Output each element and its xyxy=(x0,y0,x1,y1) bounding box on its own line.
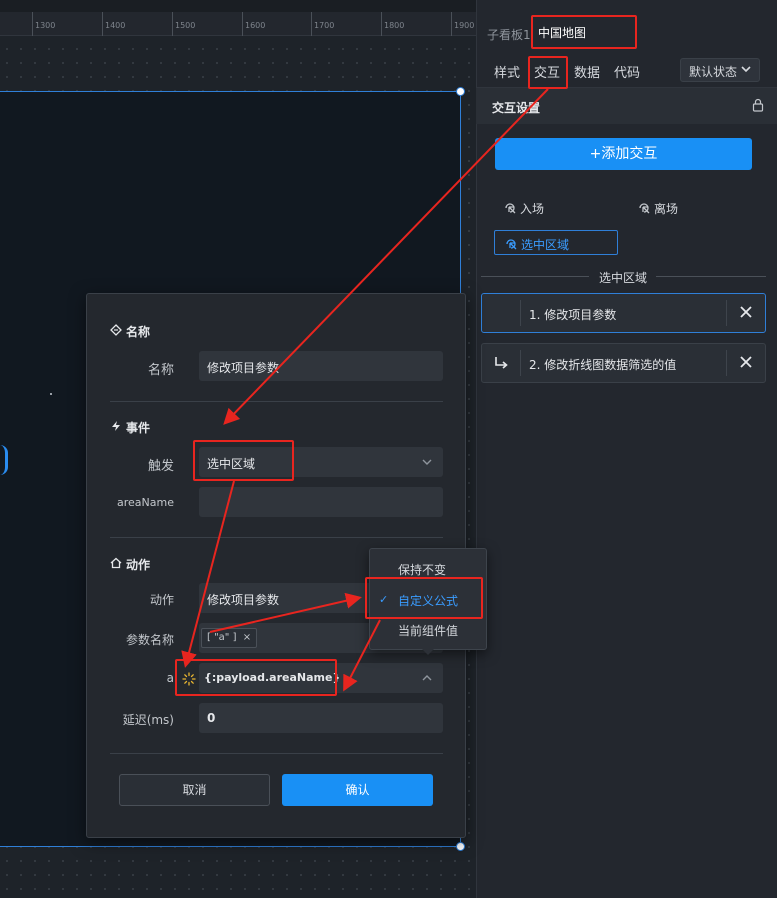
annotation-box xyxy=(531,15,637,49)
annotation-box xyxy=(528,56,568,89)
param-tag-label: [ "a" ] xyxy=(207,632,237,643)
param-tag[interactable]: [ "a" ] × xyxy=(201,628,258,648)
home-action-icon xyxy=(110,557,122,569)
map-shape-fragment xyxy=(0,445,8,475)
confirm-button[interactable]: 确认 xyxy=(282,774,433,806)
section-title: 交互设置 xyxy=(492,101,541,115)
areaname-input[interactable] xyxy=(199,487,443,517)
delay-input[interactable]: 0 xyxy=(199,703,443,733)
tab-data[interactable]: 数据 xyxy=(574,62,600,81)
section-divider xyxy=(110,401,443,402)
lock-icon[interactable] xyxy=(751,98,765,112)
cursor-click-icon xyxy=(639,203,650,214)
trigger-label: 触发 xyxy=(147,459,174,474)
action-row[interactable]: 1. 修改项目参数 xyxy=(481,293,766,333)
ruler-tick: 1700 xyxy=(311,12,334,36)
param-name-label: 参数名称 xyxy=(125,633,174,647)
row-separator xyxy=(520,350,521,376)
name-input[interactable]: 修改项目参数 xyxy=(199,351,443,381)
ruler-tick: 1600 xyxy=(242,12,265,36)
dropdown-option[interactable]: 当前组件值 xyxy=(398,622,458,639)
horizontal-ruler: 1300 1400 1500 1600 1700 1800 1900 xyxy=(0,12,476,36)
section-divider xyxy=(110,753,443,754)
section-label: 事件 xyxy=(126,421,151,435)
chevron-down-icon xyxy=(741,66,751,73)
section-label: 动作 xyxy=(126,558,151,572)
annotation-box xyxy=(193,440,294,481)
diamond-icon xyxy=(110,324,122,336)
annotation-box xyxy=(365,577,483,619)
formula-param-label: a xyxy=(166,671,174,685)
action-label: 动作 xyxy=(149,593,174,607)
dropdown-caret xyxy=(422,649,434,655)
tag-close-icon[interactable]: × xyxy=(243,632,251,643)
add-interaction-button[interactable]: +添加交互 xyxy=(495,138,752,170)
row-separator xyxy=(520,300,521,326)
property-panel xyxy=(476,0,777,898)
ruler-tick-label: 1600 xyxy=(245,21,266,30)
divider-label: 选中区域 xyxy=(599,271,648,285)
chevron-down-icon xyxy=(422,459,432,465)
annotation-box xyxy=(175,659,337,696)
close-icon[interactable] xyxy=(739,355,753,369)
chevron-up-icon xyxy=(422,675,432,681)
ruler-tick-label: 1900 xyxy=(454,21,475,30)
delay-label: 延迟(ms) xyxy=(122,713,174,727)
section-label: 名称 xyxy=(126,325,151,339)
divider-line xyxy=(656,276,766,277)
action-row-label: 2. 修改折线图数据筛选的值 xyxy=(529,358,677,372)
cancel-button[interactable]: 取消 xyxy=(119,774,270,806)
row-separator xyxy=(726,300,727,326)
event-select-area-label: 选中区域 xyxy=(521,238,570,252)
map-point xyxy=(50,393,52,395)
row-separator xyxy=(726,350,727,376)
divider-line xyxy=(481,276,589,277)
state-select-value: 默认状态 xyxy=(689,65,738,79)
resize-handle[interactable] xyxy=(456,842,465,851)
state-select[interactable]: 默认状态 xyxy=(680,58,760,82)
tab-style[interactable]: 样式 xyxy=(494,62,520,81)
ruler-tick-label: 1400 xyxy=(105,21,126,30)
action-row[interactable]: 2. 修改折线图数据筛选的值 xyxy=(481,343,766,383)
dropdown-option[interactable]: 保持不变 xyxy=(398,561,446,578)
board-label: 子看板1 xyxy=(487,28,531,42)
action-row-label: 1. 修改项目参数 xyxy=(529,308,617,322)
cursor-click-icon xyxy=(505,203,516,214)
event-leave-label: 离场 xyxy=(654,202,679,216)
close-icon[interactable] xyxy=(739,305,753,319)
ruler-tick-label: 1700 xyxy=(314,21,335,30)
ruler-tick-label: 1300 xyxy=(35,21,56,30)
cursor-click-icon xyxy=(506,239,517,250)
ruler-tick: 1300 xyxy=(32,12,55,36)
areaname-label: areaName xyxy=(117,496,174,509)
resize-handle[interactable] xyxy=(456,87,465,96)
arrow-turn-right-icon xyxy=(495,357,508,369)
section-divider xyxy=(110,537,443,538)
ruler-tick: 1800 xyxy=(381,12,404,36)
lightning-icon xyxy=(112,421,120,431)
ruler-tick: 1500 xyxy=(172,12,195,36)
ruler-tick: 1400 xyxy=(102,12,125,36)
ruler-tick: 1900 xyxy=(451,12,474,36)
tab-code[interactable]: 代码 xyxy=(614,62,640,81)
ruler-tick-label: 1800 xyxy=(384,21,405,30)
event-enter-label: 入场 xyxy=(520,202,545,216)
name-label: 名称 xyxy=(147,363,174,378)
ruler-tick-label: 1500 xyxy=(175,21,196,30)
